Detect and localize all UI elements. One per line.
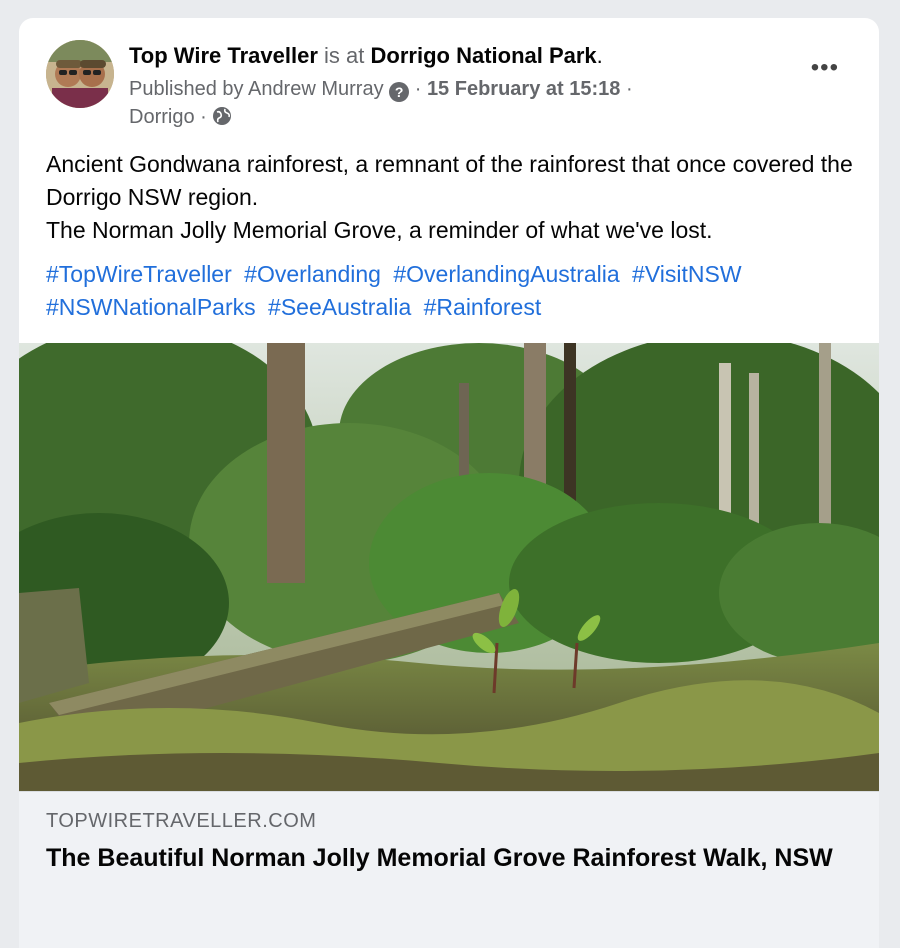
post-header: Top Wire Traveller is at Dorrigo Nationa… xyxy=(19,18,879,138)
link-domain: TOPWIRETRAVELLER.COM xyxy=(46,810,317,832)
published-by-text: Published by Andrew Murray xyxy=(129,78,384,100)
hashtags: #TopWireTraveller #Overlanding #Overland… xyxy=(46,258,856,324)
post-date-link[interactable]: 15 February at 15:18 xyxy=(427,78,620,100)
location-text: Dorrigo xyxy=(129,106,195,128)
meta-separator: · xyxy=(625,78,633,100)
post-meta-line: Published by Andrew Murray ? · 15 Februa… xyxy=(129,76,633,102)
avatar-photo xyxy=(46,40,114,108)
post-body-text: Ancient Gondwana rainforest, a remnant o… xyxy=(46,148,856,247)
link-preview[interactable]: TOPWIRETRAVELLER.COM The Beautiful Norma… xyxy=(19,791,879,948)
meta-separator: · xyxy=(200,106,207,128)
globe-icon[interactable] xyxy=(212,106,232,133)
link-title[interactable]: The Beautiful Norman Jolly Memorial Grov… xyxy=(46,842,846,875)
hashtag-link[interactable]: #SeeAustralia xyxy=(268,294,411,320)
post-body-line: The Norman Jolly Memorial Grove, a remin… xyxy=(46,217,713,243)
post-meta-line-2: Dorrigo · xyxy=(129,104,232,133)
title-period: . xyxy=(596,43,603,68)
hashtag-link[interactable]: #OverlandingAustralia xyxy=(393,261,619,287)
hashtag-link[interactable]: #NSWNationalParks xyxy=(46,294,256,320)
post-card: Top Wire Traveller is at Dorrigo Nationa… xyxy=(19,18,879,948)
more-options-button[interactable]: ••• xyxy=(811,56,839,80)
more-horizontal-icon: ••• xyxy=(810,54,839,81)
hashtag-link[interactable]: #TopWireTraveller xyxy=(46,261,232,287)
is-at-text: is at xyxy=(324,43,365,68)
meta-separator: · xyxy=(414,78,422,100)
place-link[interactable]: Dorrigo National Park xyxy=(371,43,597,68)
post-body-line: Ancient Gondwana rainforest, a remnant o… xyxy=(46,151,853,210)
post-title-line: Top Wire Traveller is at Dorrigo Nationa… xyxy=(129,42,603,70)
hashtag-link[interactable]: #Overlanding xyxy=(244,261,381,287)
page-name-link[interactable]: Top Wire Traveller xyxy=(129,43,318,68)
post-photo[interactable] xyxy=(19,343,879,791)
hashtag-link[interactable]: #Rainforest xyxy=(424,294,542,320)
question-circle-icon[interactable]: ? xyxy=(389,82,410,102)
hashtag-link[interactable]: #VisitNSW xyxy=(632,261,742,287)
rainforest-photo xyxy=(19,343,879,791)
page-avatar[interactable] xyxy=(46,40,114,108)
